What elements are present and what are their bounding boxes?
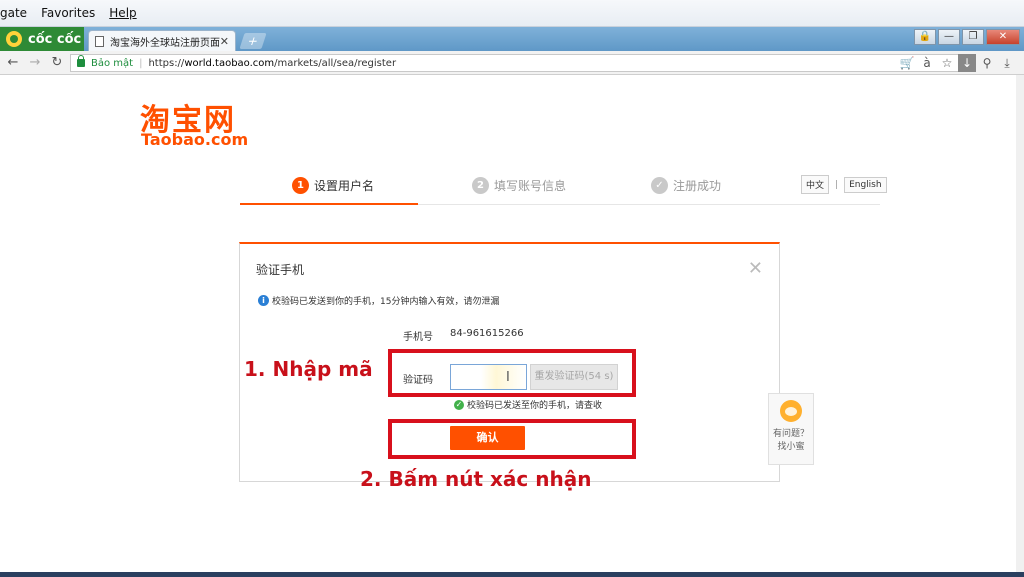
assistant-avatar-icon xyxy=(780,400,802,422)
active-step-indicator xyxy=(240,203,418,205)
close-icon[interactable]: ✕ xyxy=(748,258,763,279)
info-text: 校验码已发送到你的手机，15分钟内输入有效，请勿泄漏 xyxy=(272,297,500,307)
taskbar xyxy=(0,572,1024,577)
step-number: 1 xyxy=(292,177,309,194)
translate-icon[interactable]: à xyxy=(918,54,936,72)
phone-label: 手机号 xyxy=(403,332,433,343)
window-controls: 🔒 — ❐ ✕ xyxy=(912,29,1020,45)
coccoc-menu-button[interactable]: cốc cốc xyxy=(0,27,84,51)
check-icon: ✓ xyxy=(651,177,668,194)
tab-title: 淘宝海外全球站注册页面 xyxy=(110,37,220,49)
lock-icon xyxy=(77,55,85,67)
annotation-box-code xyxy=(388,349,636,397)
phone-number: 84-961615266 xyxy=(450,328,524,339)
step-number: 2 xyxy=(472,177,489,194)
address-bar: ← → ↻ Bảo mật | https://world.taobao.com… xyxy=(0,51,1024,75)
info-icon: i xyxy=(258,295,269,306)
code-sent-message: ✓ 校验码已发送至你的手机，请查收 xyxy=(454,398,602,411)
url-text: https://world.taobao.com/markets/all/sea… xyxy=(148,57,397,69)
lang-divider: | xyxy=(835,179,839,190)
dialog-title: 验证手机 xyxy=(256,263,305,277)
reload-icon[interactable]: ↻ xyxy=(48,55,66,70)
help-line2: 找小蜜 xyxy=(777,442,805,452)
help-widget[interactable]: 有问题？ 找小蜜 xyxy=(768,393,814,465)
taobao-logo-text[interactable]: Taobao.com xyxy=(141,130,248,149)
forward-arrow-icon[interactable]: → xyxy=(26,55,44,70)
url-field[interactable]: Bảo mật | https://world.taobao.com/marke… xyxy=(70,54,970,72)
lang-english[interactable]: English xyxy=(844,176,887,193)
language-switch: 中文 | English xyxy=(801,175,887,194)
user-icon[interactable]: 🔒 xyxy=(914,29,936,45)
page-scrollbar[interactable] xyxy=(1016,75,1024,577)
brand-label: cốc cốc xyxy=(28,31,82,47)
lang-chinese[interactable]: 中文 xyxy=(801,175,830,194)
help-line1: 有问题？ xyxy=(772,429,809,439)
minimize-button[interactable]: — xyxy=(938,29,960,45)
tab-strip: cốc cốc 淘宝海外全球站注册页面 ✕ + 🔒 — ❐ ✕ xyxy=(0,27,1024,51)
secure-label: Bảo mật xyxy=(91,57,134,69)
code-sent-text: 校验码已发送至你的手机，请查收 xyxy=(467,401,603,411)
restore-button[interactable]: ❐ xyxy=(962,29,984,45)
extension-icon[interactable]: ⚲ xyxy=(978,54,996,72)
check-circle-icon: ✓ xyxy=(454,399,464,410)
menu-help[interactable]: Help xyxy=(109,6,136,20)
step-label: 填写账号信息 xyxy=(494,179,567,193)
annotation-step1: 1. Nhập mã xyxy=(244,357,373,381)
coccoc-logo-icon xyxy=(6,31,22,47)
step-set-username: 1 设置用户名 xyxy=(292,177,374,194)
tab-close-icon[interactable]: ✕ xyxy=(220,35,229,48)
menu-favorites[interactable]: Favorites xyxy=(41,6,95,20)
registration-steps: 1 设置用户名 2 填写账号信息 ✓ 注册成功 xyxy=(240,175,880,205)
back-arrow-icon[interactable]: ← xyxy=(4,55,22,70)
info-message: i 校验码已发送到你的手机，15分钟内输入有效，请勿泄漏 xyxy=(258,294,499,307)
addressbar-tools: 🛒 à ☆ ↓ xyxy=(896,54,976,72)
star-icon[interactable]: ☆ xyxy=(938,54,956,72)
page-icon xyxy=(95,35,104,47)
new-tab-button[interactable]: + xyxy=(239,33,267,49)
annotation-box-confirm xyxy=(388,419,636,459)
page-content: 淘宝网 Taobao.com 1 设置用户名 2 填写账号信息 ✓ 注册成功 中… xyxy=(0,75,1024,575)
menu-bar: gate Favorites Help xyxy=(0,0,1024,27)
step-account-info: 2 填写账号信息 xyxy=(472,177,566,194)
download-arrow-icon[interactable]: ⤓ xyxy=(998,54,1016,72)
menu-navigate[interactable]: gate xyxy=(0,6,27,20)
close-window-button[interactable]: ✕ xyxy=(986,29,1020,45)
step-success: ✓ 注册成功 xyxy=(651,177,721,194)
annotation-step2: 2. Bấm nút xác nhận xyxy=(360,467,592,491)
browser-tools: ⚲ ⤓ xyxy=(976,54,1016,72)
shopping-cart-icon[interactable]: 🛒 xyxy=(898,54,916,72)
download-icon[interactable]: ↓ xyxy=(958,54,976,72)
browser-tab[interactable]: 淘宝海外全球站注册页面 ✕ xyxy=(88,30,236,51)
step-label: 设置用户名 xyxy=(314,179,375,193)
step-label: 注册成功 xyxy=(673,179,722,193)
plus-icon: + xyxy=(245,34,261,48)
url-separator: | xyxy=(139,57,143,69)
